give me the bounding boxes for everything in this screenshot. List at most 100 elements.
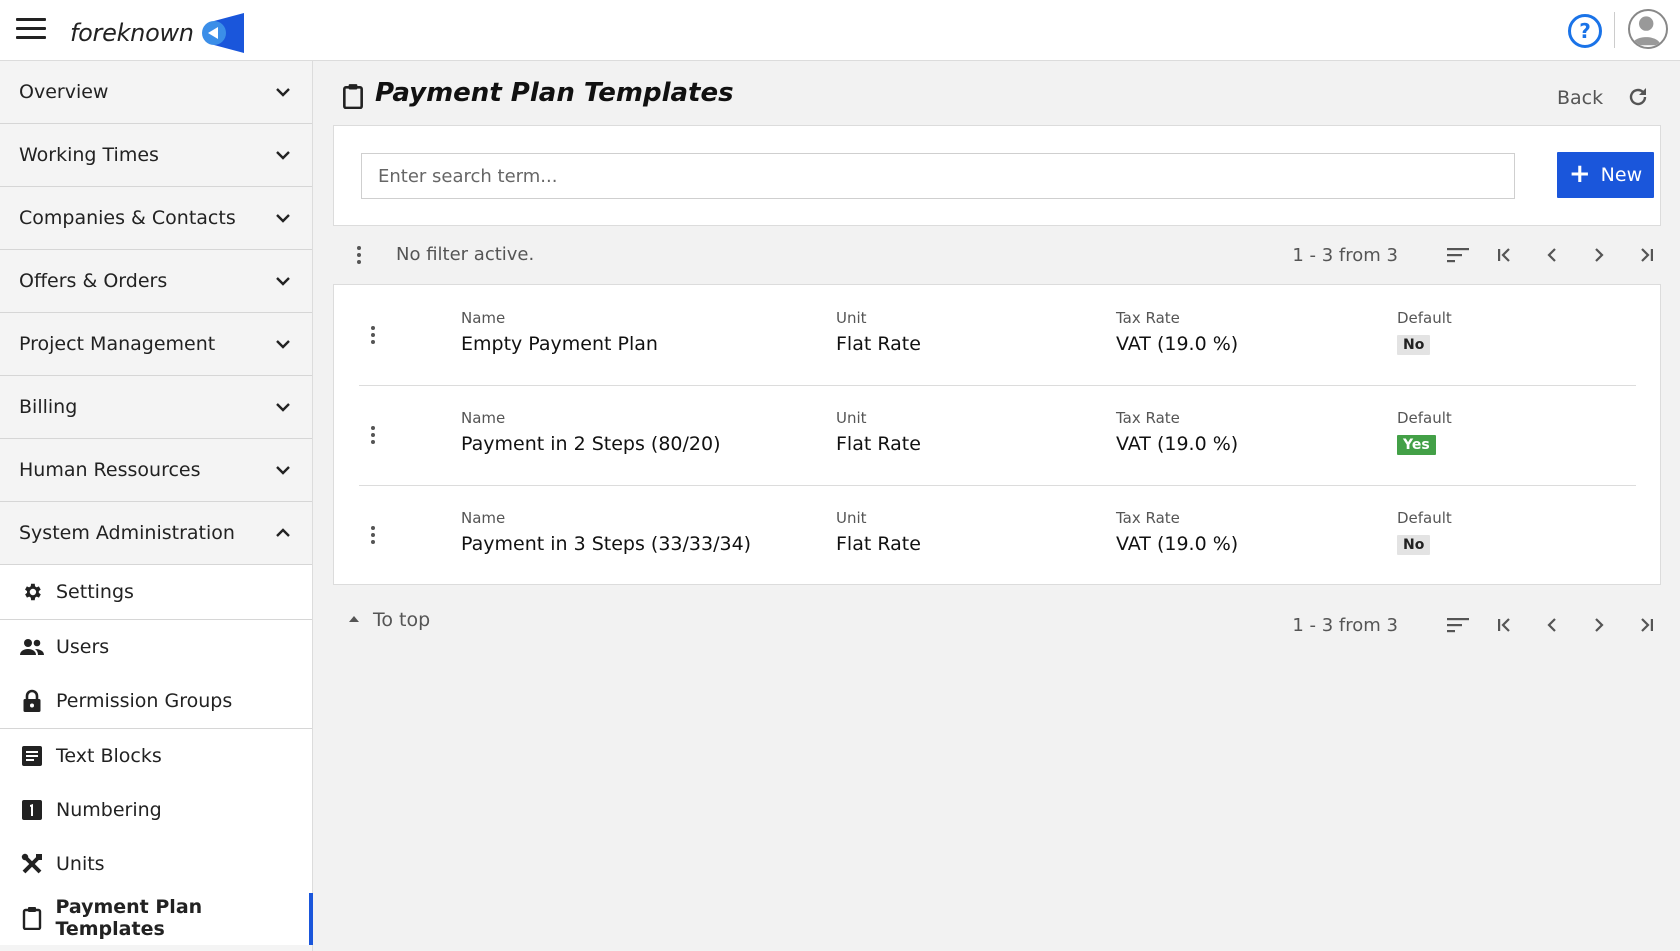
clipboard-icon <box>343 84 363 109</box>
row-tax-rate: VAT (19.0 %) <box>1116 533 1239 555</box>
users-icon <box>20 635 44 659</box>
sort-icon[interactable] <box>1443 240 1473 270</box>
column-label: Unit <box>836 509 867 527</box>
to-top-button[interactable]: To top <box>349 609 430 631</box>
sidebar-section-overview[interactable]: Overview <box>0 61 312 124</box>
back-link[interactable]: Back <box>1557 87 1603 109</box>
plus-icon: + <box>1568 158 1591 189</box>
tools-icon <box>20 852 44 876</box>
cell-default: Default No <box>1397 309 1452 355</box>
status-badge: No <box>1397 535 1431 555</box>
next-page-icon[interactable] <box>1584 240 1614 270</box>
help-icon[interactable]: ? <box>1568 14 1602 48</box>
row-unit: Flat Rate <box>836 433 921 455</box>
column-label: Name <box>461 509 506 527</box>
sidebar-section-billing[interactable]: Billing <box>0 376 312 439</box>
status-badge: No <box>1397 335 1431 355</box>
row-tax-rate: VAT (19.0 %) <box>1116 333 1239 355</box>
column-label: Name <box>461 409 506 427</box>
cell-unit: Unit Flat Rate <box>836 409 921 455</box>
table-row[interactable]: Name Payment in 3 Steps (33/33/34) Unit … <box>359 485 1636 585</box>
row-name: Payment in 2 Steps (80/20) <box>461 433 721 455</box>
pagination: 1 - 3 from 3 <box>1292 610 1661 640</box>
sidebar-item-text-blocks[interactable]: Text Blocks <box>0 729 312 783</box>
sidebar-subnav: Settings Users Permission Groups Text Bl… <box>0 565 313 945</box>
previous-page-icon[interactable] <box>1537 240 1567 270</box>
result-count: 1 - 3 from 3 <box>1292 244 1398 266</box>
table-row[interactable]: Name Payment in 2 Steps (80/20) Unit Fla… <box>359 385 1636 485</box>
sidebar-section-label: Human Ressources <box>19 459 201 481</box>
column-label: Default <box>1397 509 1452 527</box>
sidebar-section-label: Billing <box>19 396 78 418</box>
previous-page-icon[interactable] <box>1537 610 1567 640</box>
sidebar-item-users[interactable]: Users <box>0 620 312 674</box>
column-label: Default <box>1397 409 1452 427</box>
column-label: Name <box>461 309 506 327</box>
last-page-icon[interactable] <box>1631 610 1661 640</box>
sidebar-item-label: Payment Plan Templates <box>55 896 203 940</box>
sidebar-section-project-management[interactable]: Project Management <box>0 313 312 376</box>
refresh-icon[interactable] <box>1626 85 1650 109</box>
user-avatar-icon[interactable] <box>1628 9 1668 49</box>
last-page-icon[interactable] <box>1631 240 1661 270</box>
chevron-up-icon <box>274 524 292 542</box>
column-label: Tax Rate <box>1116 309 1180 327</box>
sidebar-section-human-ressources[interactable]: Human Ressources <box>0 439 312 502</box>
sidebar-section-label: Offers & Orders <box>19 270 168 292</box>
gear-icon <box>20 580 44 604</box>
sidebar-section-label: Project Management <box>19 333 216 355</box>
brand-logo[interactable]: foreknown <box>70 13 248 53</box>
top-bar: foreknown ? <box>0 0 1680 61</box>
sidebar-section-working-times[interactable]: Working Times <box>0 124 312 187</box>
cell-tax-rate: Tax Rate VAT (19.0 %) <box>1116 409 1238 455</box>
sidebar-section-label: System Administration <box>19 522 235 544</box>
more-vert-icon[interactable] <box>361 523 385 547</box>
search-input[interactable] <box>361 153 1515 199</box>
column-label: Unit <box>836 409 867 427</box>
sidebar-item-label: Permission Groups <box>56 690 233 712</box>
page-header: Payment Plan Templates Back <box>313 61 1680 125</box>
cell-name: Name Payment in 3 Steps (33/33/34) <box>461 509 751 555</box>
cell-default: Default Yes <box>1397 409 1452 455</box>
more-vert-icon[interactable] <box>361 423 385 447</box>
chevron-down-icon <box>274 146 292 164</box>
numbering-icon <box>20 798 44 822</box>
chevron-down-icon <box>274 83 292 101</box>
lock-icon <box>20 689 44 713</box>
sidebar-item-units[interactable]: Units <box>0 837 312 891</box>
next-page-icon[interactable] <box>1584 610 1614 640</box>
sidebar-section-offers-orders[interactable]: Offers & Orders <box>0 250 312 313</box>
to-top-label: To top <box>373 609 431 631</box>
sidebar-item-payment-plan-templates[interactable]: Payment Plan Templates <box>0 891 313 945</box>
sidebar-section-companies-contacts[interactable]: Companies & Contacts <box>0 187 312 250</box>
sidebar-item-permission-groups[interactable]: Permission Groups <box>0 674 312 728</box>
page-title: Payment Plan Templates <box>375 78 734 108</box>
first-page-icon[interactable] <box>1490 610 1520 640</box>
column-label: Tax Rate <box>1116 509 1180 527</box>
sidebar-item-label: Settings <box>56 581 134 603</box>
sidebar-section-system-administration[interactable]: System Administration <box>0 502 312 565</box>
cell-unit: Unit Flat Rate <box>836 309 921 355</box>
hamburger-icon[interactable] <box>16 18 46 40</box>
sidebar-item-settings[interactable]: Settings <box>0 565 312 619</box>
table-row[interactable]: Name Empty Payment Plan Unit Flat Rate T… <box>359 285 1636 385</box>
cell-name: Name Empty Payment Plan <box>461 309 658 355</box>
sort-icon[interactable] <box>1443 610 1473 640</box>
sidebar-item-label: Numbering <box>56 799 162 821</box>
payment-plan-list: Name Empty Payment Plan Unit Flat Rate T… <box>333 284 1661 585</box>
new-button[interactable]: + New <box>1557 152 1654 198</box>
sidebar-section-label: Overview <box>19 81 109 103</box>
brand-mark-icon <box>201 13 244 53</box>
header-divider <box>1614 12 1615 48</box>
list-toolbar: No filter active. 1 - 3 from 3 <box>333 226 1661 284</box>
text-block-icon <box>20 744 44 768</box>
chevron-down-icon <box>274 398 292 416</box>
sidebar-item-numbering[interactable]: Numbering <box>0 783 312 837</box>
sidebar-section-label: Working Times <box>19 144 159 166</box>
sidebar-item-label: Units <box>56 853 105 875</box>
more-vert-icon[interactable] <box>361 323 385 347</box>
status-badge: Yes <box>1397 435 1436 455</box>
filter-status: No filter active. <box>396 244 535 265</box>
more-vert-icon[interactable] <box>347 243 371 267</box>
first-page-icon[interactable] <box>1490 240 1520 270</box>
